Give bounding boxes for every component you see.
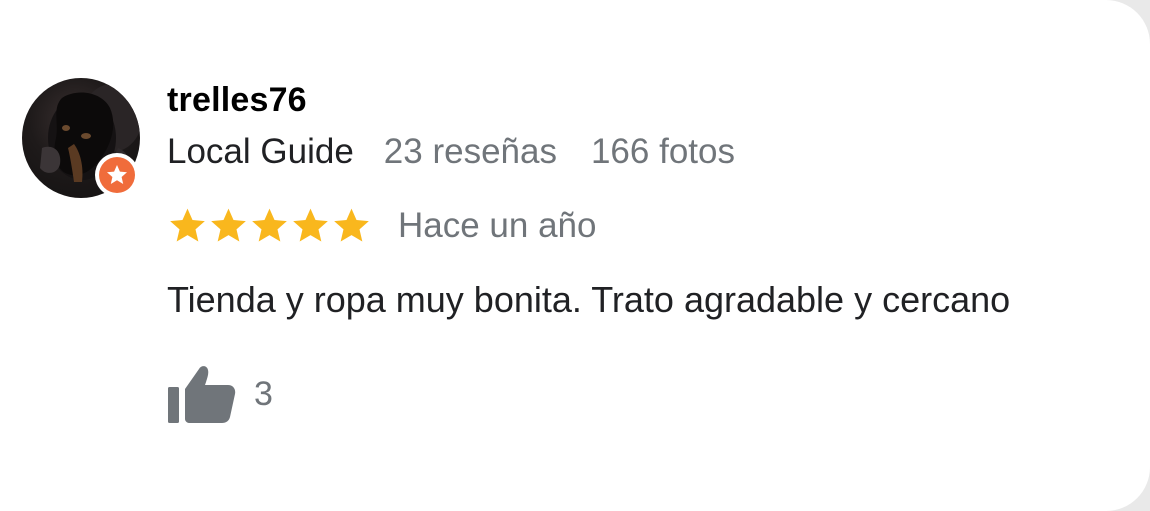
review-card: trelles76 Local Guide 23 reseñas 166 fot…: [0, 0, 1150, 511]
star-rating: [167, 206, 372, 246]
like-row: 3: [166, 362, 273, 426]
local-guide-star-icon: [99, 157, 135, 193]
local-guide-label: Local Guide: [167, 132, 354, 171]
author-meta: Local Guide 23 reseñas 166 fotos: [167, 131, 735, 173]
rating-row: Hace un año: [167, 203, 596, 249]
like-button[interactable]: [166, 362, 238, 426]
star-icon: [293, 208, 328, 242]
star-icon: [211, 208, 246, 242]
star-icon: [252, 208, 287, 242]
author-name[interactable]: trelles76: [167, 80, 307, 120]
star-icon: [170, 208, 205, 242]
thumbs-up-icon: [168, 366, 236, 423]
author-avatar-container[interactable]: [22, 78, 140, 198]
review-time: Hace un año: [398, 206, 597, 245]
local-guide-badge: [95, 153, 139, 197]
review-count: 23 reseñas: [383, 132, 557, 171]
photo-count: 166 fotos: [590, 132, 735, 171]
like-count: 3: [254, 375, 273, 413]
review-text: Tienda y ropa muy bonita. Trato agradabl…: [167, 279, 1011, 320]
star-icon: [334, 208, 369, 242]
